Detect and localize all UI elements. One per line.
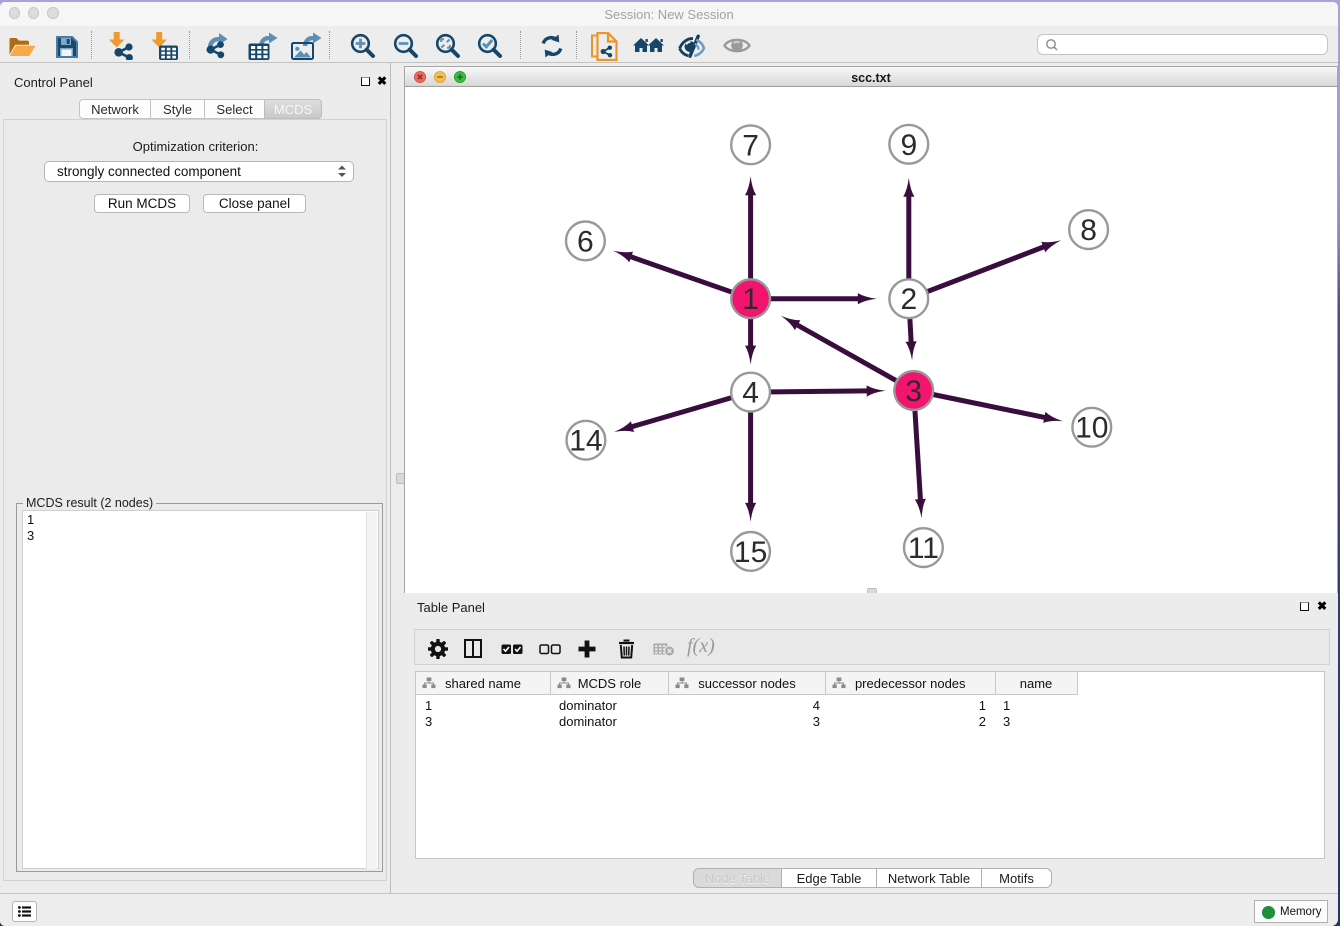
svg-text:2: 2 bbox=[900, 283, 917, 316]
svg-text:1: 1 bbox=[742, 283, 759, 316]
svg-text:9: 9 bbox=[900, 129, 917, 162]
svg-text:15: 15 bbox=[734, 536, 767, 569]
svg-text:14: 14 bbox=[569, 425, 602, 458]
svg-text:11: 11 bbox=[908, 532, 939, 565]
svg-text:7: 7 bbox=[742, 129, 759, 162]
svg-text:10: 10 bbox=[1075, 412, 1108, 445]
svg-text:3: 3 bbox=[905, 375, 922, 408]
svg-text:8: 8 bbox=[1080, 214, 1097, 247]
svg-text:6: 6 bbox=[577, 225, 594, 258]
svg-text:4: 4 bbox=[742, 377, 759, 410]
